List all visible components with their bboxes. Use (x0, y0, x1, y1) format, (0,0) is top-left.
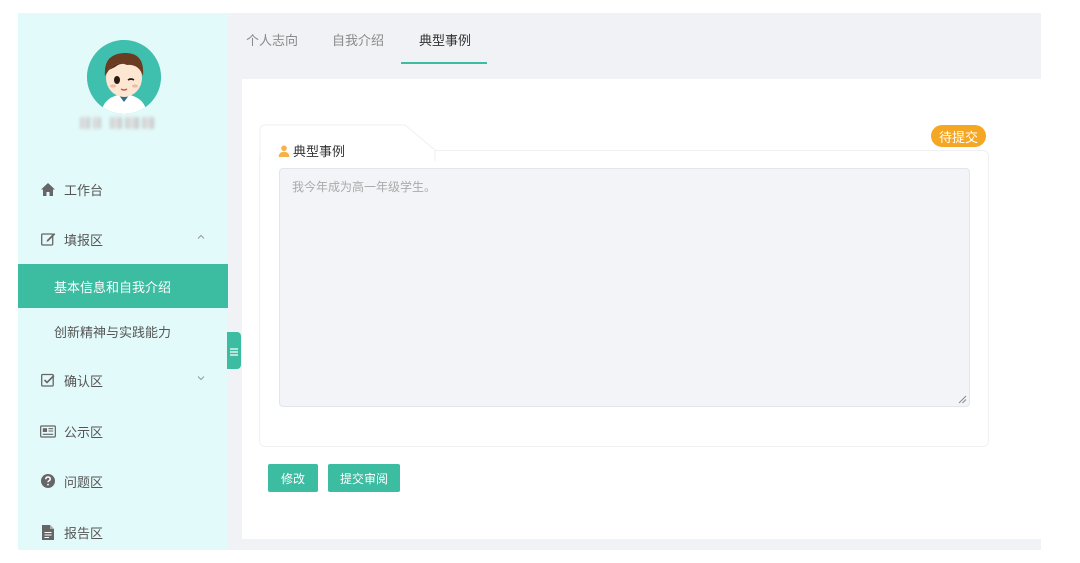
avatar[interactable] (87, 40, 161, 114)
edit-button[interactable]: 修改 (268, 464, 318, 492)
sidebar-item-fill[interactable]: 填报区 (18, 217, 228, 261)
card-title-text: 典型事例 (293, 145, 346, 160)
check-square-icon (40, 372, 56, 388)
sidebar-item-label: 确认区 (64, 374, 104, 390)
typical-case-textarea[interactable]: 我今年成为高一年级学生。 (279, 168, 970, 407)
sidebar-item-confirm[interactable]: 确认区 (18, 358, 228, 402)
top-tabs: 个人志向 自我介绍 典型事例 (228, 13, 1041, 65)
sidebar-item-label: 填报区 (64, 233, 104, 249)
home-icon (40, 181, 56, 197)
file-icon (40, 524, 56, 540)
resize-grip-icon[interactable] (958, 395, 967, 404)
active-tab-indicator (401, 62, 487, 64)
question-circle-icon (40, 473, 56, 489)
person-icon (278, 145, 290, 157)
tab-self-introduction[interactable]: 自我介绍 (332, 13, 384, 65)
app-window: 工作台 填报区 基本信息和自我介绍 创新精神与实践能力 确认区 公示区 问题区 … (18, 13, 1041, 550)
chevron-up-icon (197, 234, 205, 239)
sidebar-item-questions[interactable]: 问题区 (18, 459, 228, 503)
status-badge: 待提交 (931, 125, 987, 147)
sidebar-subitem-basic-info[interactable]: 基本信息和自我介绍 (18, 264, 228, 308)
card-title: 典型事例 (278, 141, 345, 160)
tab-typical-cases[interactable]: 典型事例 (419, 13, 471, 65)
tab-label: 个人志向 (246, 33, 299, 49)
menu-lines-icon (230, 341, 238, 360)
tab-label: 典型事例 (419, 33, 472, 49)
sidebar-subitem-innovation[interactable]: 创新精神与实践能力 (18, 309, 228, 353)
username-blurred (80, 115, 160, 131)
sidebar-item-workbench[interactable]: 工作台 (18, 167, 228, 211)
status-badge-text: 待提交 (939, 130, 979, 146)
sidebar: 工作台 填报区 基本信息和自我介绍 创新精神与实践能力 确认区 公示区 问题区 … (18, 13, 228, 550)
newspaper-icon (40, 423, 56, 439)
sidebar-subitem-label: 基本信息和自我介绍 (54, 280, 172, 296)
sidebar-item-label: 问题区 (64, 475, 104, 491)
edit-icon (40, 231, 56, 247)
sidebar-item-label: 报告区 (64, 526, 104, 542)
tab-personal-aspiration[interactable]: 个人志向 (246, 13, 298, 65)
chevron-down-icon (197, 376, 205, 381)
content-panel: 典型事例 待提交 我今年成为高一年级学生。 修改 提交审阅 (242, 79, 1041, 539)
sidebar-collapse-handle[interactable] (227, 332, 241, 369)
sidebar-item-label: 公示区 (64, 425, 104, 441)
sidebar-subitem-label: 创新精神与实践能力 (54, 325, 172, 341)
sidebar-item-label: 工作台 (64, 183, 104, 199)
sidebar-item-publicity[interactable]: 公示区 (18, 409, 228, 453)
tab-label: 自我介绍 (332, 33, 385, 49)
cartoon-boy-avatar-icon (87, 40, 161, 114)
sidebar-item-report[interactable]: 报告区 (18, 510, 228, 554)
submit-review-button[interactable]: 提交审阅 (328, 464, 400, 492)
